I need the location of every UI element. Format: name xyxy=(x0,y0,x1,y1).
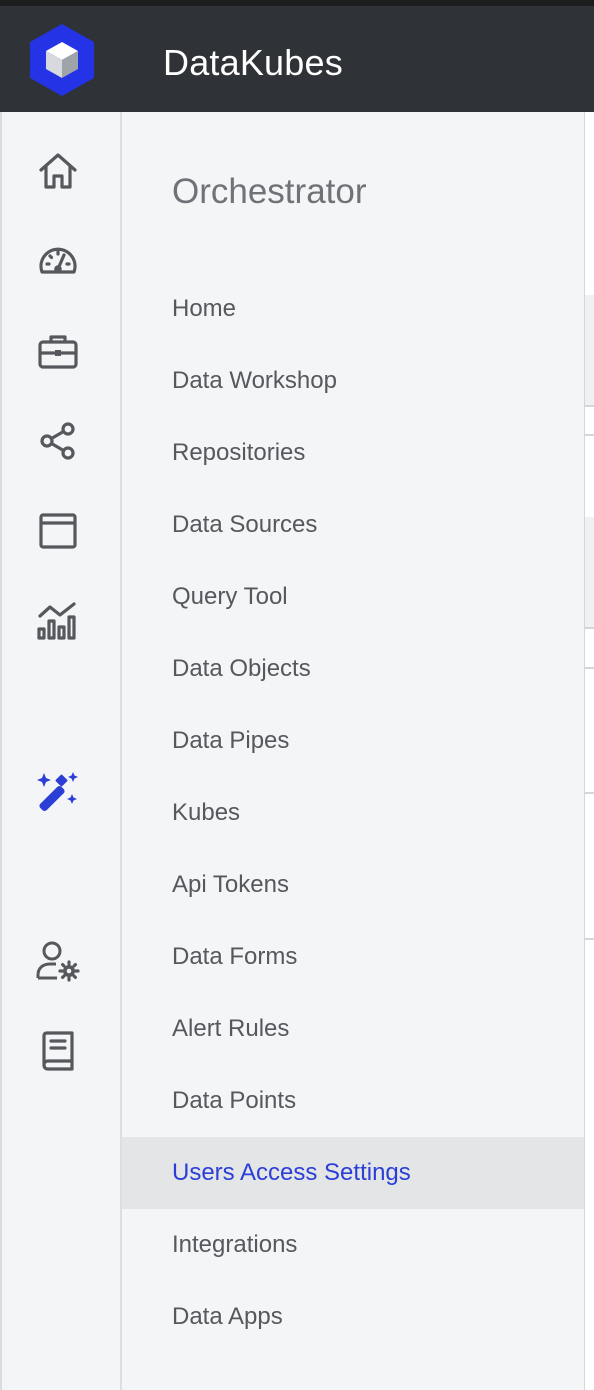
nav-item-data-apps[interactable]: Data Apps xyxy=(122,1281,584,1353)
datakubes-logo-icon[interactable] xyxy=(28,22,96,98)
nav-item-home[interactable]: Home xyxy=(122,273,584,345)
nav-item-data-pipes[interactable]: Data Pipes xyxy=(122,705,584,777)
nav-item-data-objects[interactable]: Data Objects xyxy=(122,633,584,705)
content-row-divider xyxy=(585,405,594,407)
content-band xyxy=(585,295,594,405)
home-icon[interactable] xyxy=(32,145,84,197)
content-row-divider xyxy=(585,434,594,436)
browser-window-icon[interactable] xyxy=(32,505,84,557)
user-settings-icon[interactable] xyxy=(32,935,84,987)
nav-item-data-workshop[interactable]: Data Workshop xyxy=(122,345,584,417)
chart-analytics-icon[interactable] xyxy=(32,595,84,647)
content-row-divider xyxy=(585,938,594,940)
app-title: DataKubes xyxy=(163,42,343,83)
dashboard-gauge-icon[interactable] xyxy=(32,235,84,287)
briefcase-icon[interactable] xyxy=(32,325,84,377)
nav-item-data-sources[interactable]: Data Sources xyxy=(122,489,584,561)
magic-wand-icon[interactable] xyxy=(32,765,84,817)
nav-item-api-tokens[interactable]: Api Tokens xyxy=(122,849,584,921)
nav-item-kubes[interactable]: Kubes xyxy=(122,777,584,849)
nav-item-users-access-settings[interactable]: Users Access Settings xyxy=(122,1137,584,1209)
share-nodes-icon[interactable] xyxy=(32,415,84,467)
top-bar: DataKubes xyxy=(0,0,594,112)
nav-item-data-forms[interactable]: Data Forms xyxy=(122,921,584,993)
icon-rail xyxy=(0,112,120,1390)
nav-item-query-tool[interactable]: Query Tool xyxy=(122,561,584,633)
nav-item-data-points[interactable]: Data Points xyxy=(122,1065,584,1137)
book-icon[interactable] xyxy=(32,1025,84,1077)
nav-item-alert-rules[interactable]: Alert Rules xyxy=(122,993,584,1065)
nav-item-repositories[interactable]: Repositories xyxy=(122,417,584,489)
orchestrator-nav-panel: Orchestrator Home Data Workshop Reposito… xyxy=(122,112,584,1390)
nav-section-title: Orchestrator xyxy=(172,172,367,211)
content-band xyxy=(585,517,594,627)
content-row-divider xyxy=(585,627,594,629)
content-row-divider xyxy=(585,667,594,669)
nav-item-integrations[interactable]: Integrations xyxy=(122,1209,584,1281)
content-row-divider xyxy=(585,792,594,794)
main-content-edge xyxy=(584,112,594,1390)
